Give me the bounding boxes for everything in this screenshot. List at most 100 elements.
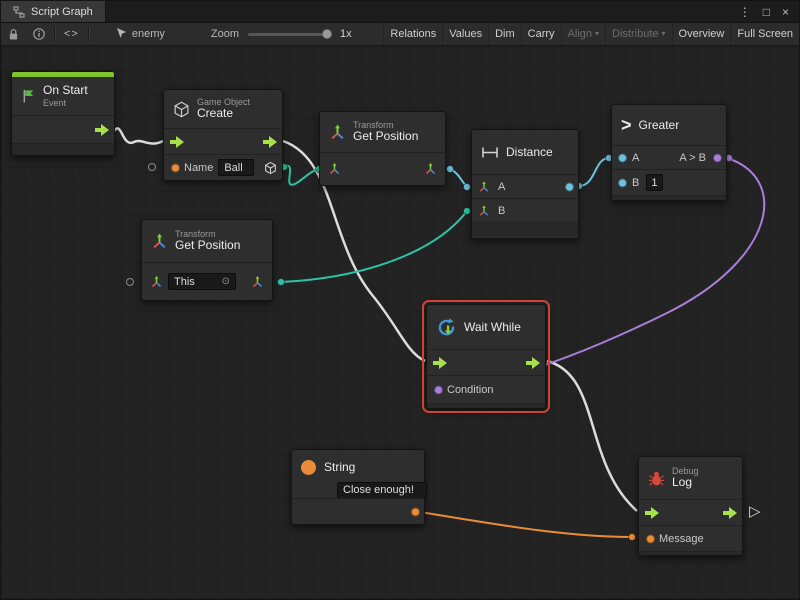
node-row: Name Ball	[164, 154, 282, 180]
node-title: Create	[197, 107, 250, 121]
node-header: String Close enough!	[292, 450, 424, 498]
node-on-start-event[interactable]: On Start Event	[11, 71, 115, 156]
result-output-port[interactable]	[713, 153, 722, 162]
script-graph-window: Script Graph ⋮ □ × <> enemy Zoom 1x Rela…	[0, 0, 800, 600]
overview-button[interactable]: Overview	[672, 23, 731, 45]
a-input-port[interactable]	[618, 153, 627, 162]
node-get-position-1[interactable]: Transform Get Position	[319, 111, 446, 186]
flow-input-port[interactable]	[645, 507, 659, 519]
name-input-port[interactable]	[171, 163, 180, 172]
info-icon[interactable]	[33, 28, 45, 40]
transform-input-port[interactable]	[150, 275, 163, 288]
node-title: Distance	[506, 145, 553, 159]
unconnected-port-indicator	[148, 163, 156, 171]
maximize-icon[interactable]: □	[763, 6, 770, 18]
relations-button[interactable]: Relations	[383, 23, 442, 45]
vector-b-input-port[interactable]	[478, 205, 490, 217]
node-row: A	[472, 174, 578, 198]
condition-input-port[interactable]	[434, 385, 443, 394]
node-string-literal[interactable]: String Close enough!	[291, 449, 425, 525]
node-row	[292, 498, 424, 524]
flow-output-port[interactable]	[723, 507, 737, 519]
port-label: A	[632, 152, 639, 164]
node-distance[interactable]: Distance A B	[471, 129, 579, 239]
bug-icon	[648, 470, 665, 487]
node-get-position-2[interactable]: Transform Get Position This ⊙	[141, 219, 273, 301]
node-subtitle: Event	[43, 98, 88, 108]
transform-icon	[329, 124, 346, 141]
node-title: On Start	[43, 84, 88, 98]
close-icon[interactable]: ×	[782, 6, 789, 18]
flow-input-port[interactable]	[433, 357, 447, 369]
chevron-down-icon: ▾	[595, 30, 599, 38]
titlebar: Script Graph ⋮ □ ×	[1, 1, 799, 23]
node-row	[427, 349, 545, 375]
distance-output-port[interactable]	[565, 182, 574, 191]
panel-menu-icon[interactable]: ⋮	[739, 6, 751, 18]
pointer-icon	[116, 28, 127, 40]
b-input-port[interactable]	[618, 178, 627, 187]
node-greater[interactable]: > Greater A A > B B 1	[611, 104, 727, 201]
target-object-value: This	[174, 276, 195, 288]
zoom-slider-knob[interactable]	[322, 29, 332, 39]
node-footer	[472, 222, 578, 237]
target-object-field[interactable]: This ⊙	[168, 273, 236, 290]
object-picker-icon[interactable]: ⊙	[217, 276, 230, 287]
lock-icon[interactable]	[8, 28, 19, 41]
transform-icon	[151, 233, 168, 250]
distribute-button[interactable]: Distribute ▾	[605, 23, 671, 45]
tab-script-graph[interactable]: Script Graph	[1, 1, 106, 22]
node-title: Greater	[639, 118, 680, 132]
toolbar-divider	[88, 27, 89, 41]
vector-a-input-port[interactable]	[478, 181, 490, 193]
node-row: B	[472, 198, 578, 222]
node-footer	[12, 143, 114, 155]
position-output-port[interactable]	[424, 163, 437, 176]
node-gameobject-create[interactable]: Game Object Create Name Ball	[163, 89, 283, 181]
tab-title: Script Graph	[31, 6, 93, 18]
node-header: Distance	[472, 130, 578, 174]
node-row: A A > B	[612, 145, 726, 169]
name-field[interactable]: Ball	[218, 159, 254, 176]
fullscreen-button[interactable]: Full Screen	[730, 23, 799, 45]
node-row: This ⊙	[142, 262, 272, 300]
node-title: Wait While	[464, 320, 521, 334]
flow-input-port[interactable]	[170, 136, 184, 148]
zoom-slider[interactable]	[248, 33, 330, 36]
node-row: Condition	[427, 375, 545, 403]
dim-button[interactable]: Dim	[488, 23, 521, 45]
edit-code-icon[interactable]: <>	[64, 28, 79, 40]
toolbar-divider	[54, 27, 55, 41]
node-debug-log[interactable]: Debug Log Message	[638, 456, 743, 556]
flow-output-port[interactable]	[263, 136, 277, 148]
zoom-value: 1x	[340, 28, 352, 40]
zoom-label: Zoom	[211, 28, 239, 40]
carry-button[interactable]: Carry	[521, 23, 561, 45]
string-value-field[interactable]: Close enough!	[337, 482, 427, 499]
string-type-icon	[301, 460, 316, 475]
node-header: Debug Log	[639, 457, 742, 499]
align-button[interactable]: Align ▾	[561, 23, 605, 45]
b-value-field[interactable]: 1	[646, 174, 663, 191]
values-button[interactable]: Values	[442, 23, 488, 45]
unconnected-port-indicator	[126, 278, 134, 286]
port-label: Condition	[447, 384, 493, 396]
node-header: Game Object Create	[164, 90, 282, 128]
node-row	[164, 128, 282, 154]
node-wait-while[interactable]: Wait While Condition	[426, 304, 546, 409]
node-row	[12, 115, 114, 143]
transform-input-port[interactable]	[328, 163, 341, 176]
gameobject-output-port[interactable]	[264, 161, 277, 174]
wait-clock-icon	[436, 317, 457, 338]
position-output-port[interactable]	[251, 275, 264, 288]
node-title: Get Position	[353, 130, 418, 144]
string-output-port[interactable]	[411, 507, 420, 516]
node-title: Log	[672, 476, 699, 490]
flow-output-port[interactable]	[526, 357, 540, 369]
script-graph-icon	[13, 6, 25, 18]
port-label: Name	[184, 162, 213, 174]
message-input-port[interactable]	[646, 534, 655, 543]
graph-toolbar: <> enemy Zoom 1x Relations Values Dim Ca…	[1, 23, 799, 46]
port-label: Message	[659, 533, 704, 545]
flow-output-port[interactable]	[95, 124, 109, 136]
